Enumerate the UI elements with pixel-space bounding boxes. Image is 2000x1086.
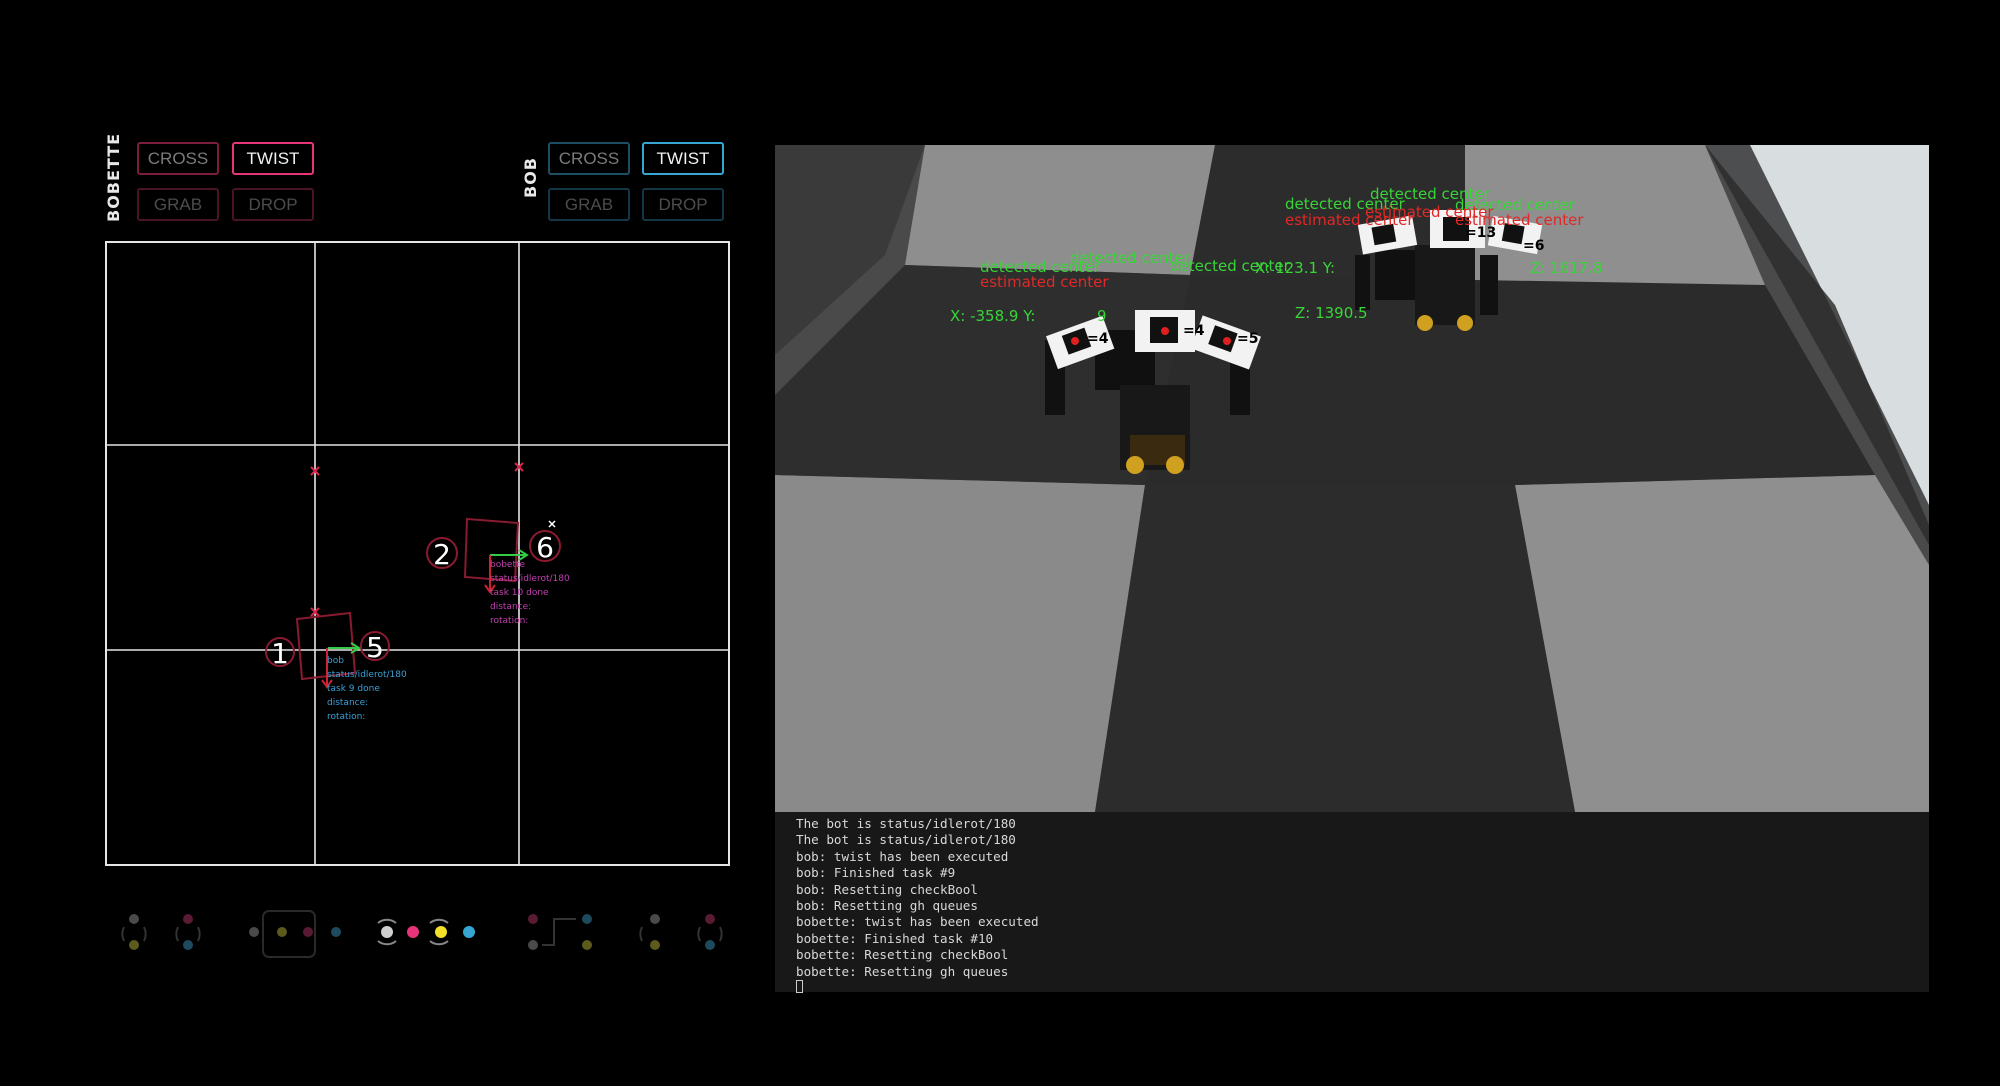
aruco-id-4: =4	[1183, 323, 1205, 339]
bobette-cross-button[interactable]: CROSS	[137, 142, 219, 175]
terminal-line: bobette: Resetting checkBool	[796, 947, 1009, 963]
marker-2: 2	[433, 538, 451, 571]
aruco-id-13: =13	[1465, 225, 1496, 241]
bob-info-name: bob	[327, 656, 344, 666]
bob-label: BOB	[521, 157, 540, 198]
marker-6: 6	[536, 531, 554, 564]
terminal-line: The bot is status/idlerot/180	[796, 816, 1016, 831]
cross-sequence-icon[interactable]	[121, 914, 201, 950]
marker-5: 5	[366, 631, 384, 664]
bobette-drop-button[interactable]: DROP	[232, 188, 314, 221]
bob-drop-button[interactable]: DROP	[642, 188, 724, 221]
bob-info-distance: distance:	[327, 698, 368, 708]
bobette-info-name: bobette	[490, 560, 526, 570]
bobette-grab-button[interactable]: GRAB	[137, 188, 219, 221]
terminal-line: bobette: Finished task #10	[796, 930, 994, 946]
bob-cross-button[interactable]: CROSS	[548, 142, 630, 175]
bob-grab-button[interactable]: GRAB	[548, 188, 630, 221]
task-sequence-bar	[121, 910, 723, 958]
terminal-line: bobette: twist has been executed	[796, 914, 1039, 930]
estimated-label: estimated center	[980, 273, 1109, 291]
terminal-line: bob: Resetting gh queues	[796, 898, 978, 914]
mat-light	[775, 475, 1145, 812]
bobette-info-task: task 10 done	[490, 588, 549, 598]
marker-1: 1	[271, 637, 289, 670]
grab-sequence-icon[interactable]	[639, 914, 723, 950]
arena-map[interactable]: 1 5 bob status/idlerot/180 task 9 done d…	[105, 241, 730, 866]
bob-twist-button[interactable]: TWIST	[642, 142, 724, 175]
bob-info-task: task 9 done	[327, 684, 380, 694]
map-border	[105, 241, 730, 866]
swap-sequence-icon[interactable]	[249, 910, 341, 958]
active-color-sequence-icon[interactable]	[377, 918, 475, 946]
terminal-cursor	[796, 980, 803, 994]
mat-light	[1515, 475, 1929, 812]
coord-left-mid: 9	[1097, 307, 1107, 325]
bobette-label: BOBETTE	[104, 132, 123, 222]
terminal-line: bob: Resetting checkBool	[796, 881, 978, 897]
bobette-twist-button[interactable]: TWIST	[232, 142, 314, 175]
twist-sequence-icon[interactable]	[528, 914, 592, 950]
terminal-line: bob: Finished task #9	[796, 865, 956, 881]
terminal-line: The bot is status/idlerot/180	[796, 832, 1016, 848]
bobette-info-rotation: rotation:	[490, 616, 528, 626]
bob-info-rotation: rotation:	[327, 712, 365, 722]
coord-left: X: -358.9 Y:	[950, 307, 1035, 325]
terminal-line: bob: twist has been executed	[796, 848, 1009, 864]
bobette-info-status: status/idlerot/180	[490, 574, 570, 584]
aruco-id-5: =5	[1237, 331, 1258, 347]
coord-left-z: Z: 1390.5	[1295, 304, 1368, 322]
terminal-log[interactable]: The bot is status/idlerot/180 The bot is …	[775, 812, 1929, 994]
terminal-line: bobette: Resetting gh queues	[796, 963, 1009, 979]
aruco-id-4: =4	[1087, 331, 1109, 347]
aruco-id-6: =6	[1523, 238, 1544, 254]
bob-info-status: status/idlerot/180	[327, 670, 407, 680]
camera-feed: detected center detected center detected…	[775, 145, 1929, 812]
mat-dark	[1145, 275, 1875, 485]
mat-dark	[1095, 485, 1575, 812]
coord-right: X: 123.1 Y:	[1255, 259, 1335, 277]
coord-right-z: Z: 1617.8	[1530, 259, 1603, 277]
bobette-info-distance: distance:	[490, 602, 531, 612]
